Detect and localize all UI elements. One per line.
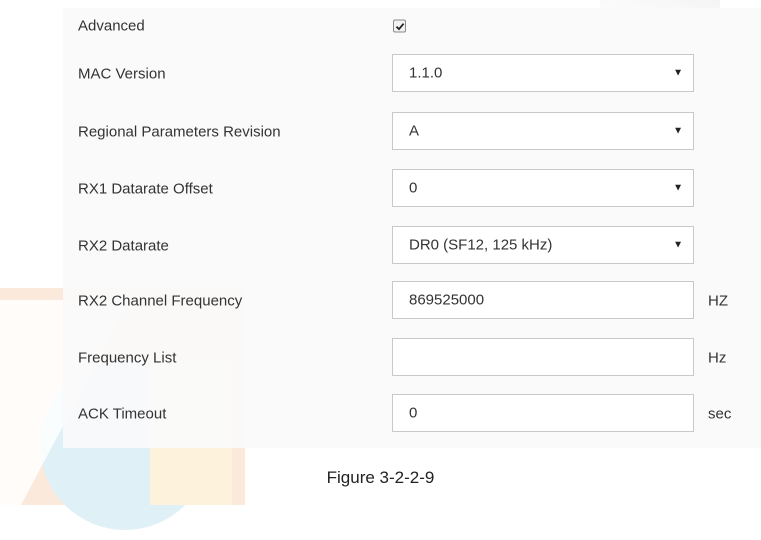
- rx2-datarate-label: RX2 Datarate: [78, 237, 169, 255]
- rx2-datarate-select[interactable]: DR0 (SF12, 125 kHz) ▼: [392, 226, 694, 264]
- mac-version-select[interactable]: 1.1.0 ▼: [392, 54, 694, 92]
- caret-down-icon: ▼: [673, 67, 683, 79]
- rx2-channel-frequency-input[interactable]: 869525000: [392, 281, 694, 319]
- frequency-list-row: Frequency List Hz: [63, 338, 761, 378]
- frequency-list-unit: Hz: [708, 349, 727, 367]
- ack-timeout-row: ACK Timeout 0 sec: [63, 394, 761, 434]
- mac-version-row: MAC Version 1.1.0 ▼: [63, 54, 761, 94]
- frequency-list-input[interactable]: [392, 338, 694, 376]
- rx1-datarate-offset-select[interactable]: 0 ▼: [392, 169, 694, 207]
- rx2-datarate-value: DR0 (SF12, 125 kHz): [409, 236, 553, 254]
- advanced-checkbox[interactable]: [393, 19, 406, 33]
- caret-down-icon: ▼: [673, 182, 683, 194]
- ack-timeout-label: ACK Timeout: [78, 405, 167, 423]
- rx2-channel-frequency-row: RX2 Channel Frequency 869525000 HZ: [63, 281, 761, 321]
- advanced-label: Advanced: [78, 17, 145, 35]
- mac-version-label: MAC Version: [78, 65, 166, 83]
- rx2-channel-frequency-value: 869525000: [409, 291, 485, 309]
- rx1-datarate-offset-label: RX1 Datarate Offset: [78, 180, 213, 198]
- checkmark-icon: [395, 23, 405, 31]
- regional-parameters-revision-row: Regional Parameters Revision A ▼: [63, 112, 761, 152]
- figure-caption: Figure 3-2-2-9: [326, 468, 435, 487]
- rx1-datarate-offset-value: 0: [409, 179, 418, 197]
- rx2-channel-frequency-unit: HZ: [708, 292, 728, 310]
- ack-timeout-input[interactable]: 0: [392, 394, 694, 432]
- ack-timeout-unit: sec: [708, 405, 732, 423]
- ack-timeout-value: 0: [409, 404, 418, 422]
- frequency-list-label: Frequency List: [78, 349, 177, 367]
- rx1-datarate-offset-row: RX1 Datarate Offset 0 ▼: [63, 169, 761, 209]
- rx2-channel-frequency-label: RX2 Channel Frequency: [78, 292, 243, 310]
- advanced-row: Advanced: [63, 8, 761, 44]
- regional-parameters-revision-select[interactable]: A ▼: [392, 112, 694, 150]
- mac-version-value: 1.1.0: [409, 64, 443, 82]
- regional-parameters-revision-label: Regional Parameters Revision: [78, 123, 281, 141]
- rx2-datarate-row: RX2 Datarate DR0 (SF12, 125 kHz) ▼: [63, 226, 761, 266]
- caret-down-icon: ▼: [673, 239, 683, 251]
- caret-down-icon: ▼: [673, 125, 683, 137]
- regional-parameters-revision-value: A: [409, 122, 420, 140]
- lorawan-advanced-settings-panel: Advanced MAC Version 1.1.0 ▼ Regional Pa…: [63, 8, 761, 448]
